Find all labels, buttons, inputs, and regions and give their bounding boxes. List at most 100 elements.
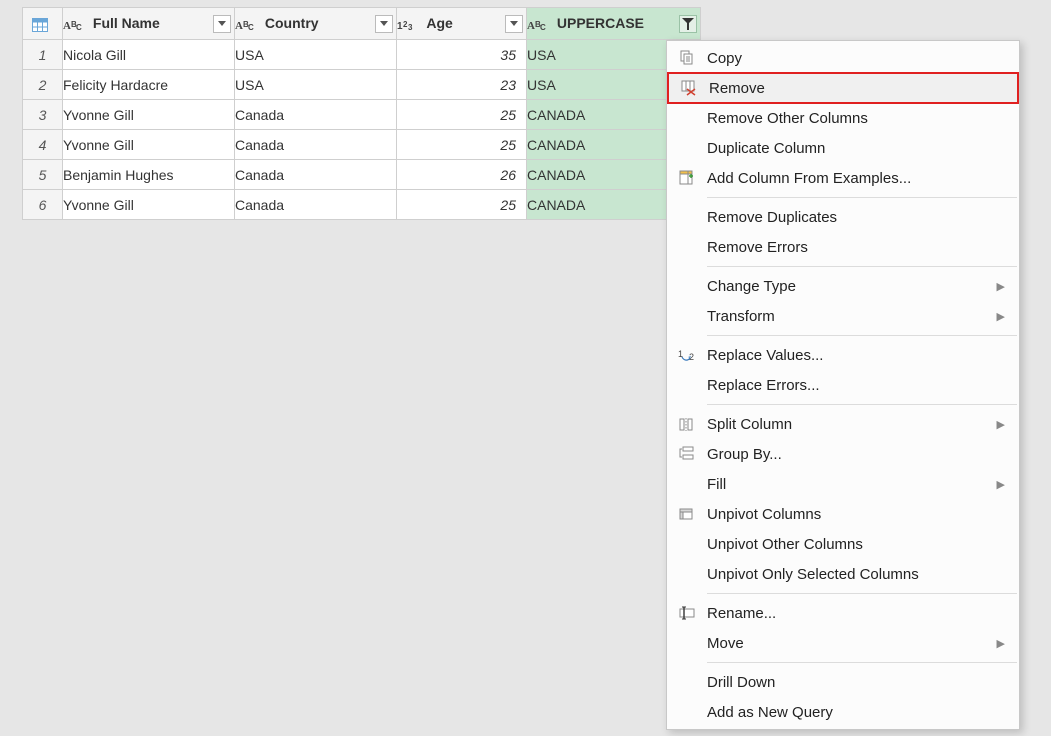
menu-unpivot-other[interactable]: Unpivot Other Columns bbox=[667, 529, 1019, 559]
menu-separator bbox=[707, 593, 1017, 594]
row-number[interactable]: 6 bbox=[23, 190, 63, 220]
add-column-examples-icon bbox=[679, 170, 695, 186]
chevron-down-icon bbox=[510, 21, 518, 26]
cell-age[interactable]: 25 bbox=[397, 100, 527, 130]
svg-text:A: A bbox=[235, 20, 243, 32]
chevron-down-icon bbox=[380, 21, 388, 26]
menu-change-type[interactable]: Change Type ▶ bbox=[667, 271, 1019, 301]
menu-split-column[interactable]: Split Column ▶ bbox=[667, 409, 1019, 439]
menu-group-by[interactable]: Group By... bbox=[667, 439, 1019, 469]
column-header-age[interactable]: 123 Age bbox=[397, 8, 527, 40]
chevron-down-icon bbox=[218, 21, 226, 26]
svg-text:C: C bbox=[540, 23, 546, 32]
cell-age[interactable]: 23 bbox=[397, 70, 527, 100]
row-number[interactable]: 4 bbox=[23, 130, 63, 160]
cell-fullname[interactable]: Nicola Gill bbox=[63, 40, 235, 70]
cell-country[interactable]: USA bbox=[235, 40, 397, 70]
svg-text:C: C bbox=[76, 23, 82, 32]
header-row: ABC Full Name ABC Country 123 Age bbox=[23, 8, 701, 40]
filter-icon bbox=[682, 18, 694, 30]
menu-fill[interactable]: Fill ▶ bbox=[667, 469, 1019, 499]
filter-dropdown-button[interactable] bbox=[679, 15, 697, 33]
number-type-icon: 123 bbox=[397, 18, 417, 32]
menu-move[interactable]: Move ▶ bbox=[667, 628, 1019, 658]
data-grid: ABC Full Name ABC Country 123 Age bbox=[22, 7, 701, 220]
menu-replace-errors[interactable]: Replace Errors... bbox=[667, 370, 1019, 400]
menu-duplicate-column[interactable]: Duplicate Column bbox=[667, 133, 1019, 163]
remove-column-icon bbox=[681, 80, 697, 96]
table-row[interactable]: 4Yvonne GillCanada25CANADA bbox=[23, 130, 701, 160]
column-header-fullname[interactable]: ABC Full Name bbox=[63, 8, 235, 40]
svg-text:3: 3 bbox=[408, 23, 413, 32]
column-context-menu: Copy Remove Remove Other Columns Duplica… bbox=[666, 40, 1020, 730]
menu-separator bbox=[707, 662, 1017, 663]
rename-icon bbox=[679, 606, 695, 620]
menu-unpivot-selected[interactable]: Unpivot Only Selected Columns bbox=[667, 559, 1019, 589]
cell-fullname[interactable]: Yvonne Gill bbox=[63, 190, 235, 220]
cell-country[interactable]: Canada bbox=[235, 160, 397, 190]
column-header-country[interactable]: ABC Country bbox=[235, 8, 397, 40]
menu-rename[interactable]: Rename... bbox=[667, 598, 1019, 628]
cell-country[interactable]: Canada bbox=[235, 190, 397, 220]
svg-text:C: C bbox=[248, 23, 254, 32]
svg-text:A: A bbox=[63, 20, 71, 32]
menu-copy[interactable]: Copy bbox=[667, 43, 1019, 73]
row-number[interactable]: 1 bbox=[23, 40, 63, 70]
menu-separator bbox=[707, 335, 1017, 336]
select-all-corner[interactable] bbox=[23, 8, 63, 40]
column-label: UPPERCASE bbox=[557, 15, 644, 31]
cell-age[interactable]: 25 bbox=[397, 130, 527, 160]
cell-age[interactable]: 26 bbox=[397, 160, 527, 190]
svg-text:A: A bbox=[527, 20, 535, 32]
menu-remove-other[interactable]: Remove Other Columns bbox=[667, 103, 1019, 133]
table-row[interactable]: 1Nicola GillUSA35USA bbox=[23, 40, 701, 70]
copy-icon bbox=[679, 50, 695, 66]
column-label: Full Name bbox=[93, 15, 160, 31]
cell-fullname[interactable]: Yvonne Gill bbox=[63, 100, 235, 130]
cell-fullname[interactable]: Yvonne Gill bbox=[63, 130, 235, 160]
menu-separator bbox=[707, 266, 1017, 267]
row-number[interactable]: 5 bbox=[23, 160, 63, 190]
submenu-arrow-icon: ▶ bbox=[997, 310, 1005, 323]
text-type-icon: ABC bbox=[527, 18, 547, 32]
cell-age[interactable]: 25 bbox=[397, 190, 527, 220]
filter-dropdown-button[interactable] bbox=[505, 15, 523, 33]
menu-drill-down[interactable]: Drill Down bbox=[667, 667, 1019, 697]
menu-add-from-examples[interactable]: Add Column From Examples... bbox=[667, 163, 1019, 193]
column-header-uppercase[interactable]: ABC UPPERCASE bbox=[527, 8, 701, 40]
split-column-icon bbox=[679, 416, 695, 432]
table-row[interactable]: 3Yvonne GillCanada25CANADA bbox=[23, 100, 701, 130]
column-label: Country bbox=[265, 15, 319, 31]
submenu-arrow-icon: ▶ bbox=[997, 280, 1005, 293]
menu-replace-values[interactable]: 12 Replace Values... bbox=[667, 340, 1019, 370]
menu-add-new-query[interactable]: Add as New Query bbox=[667, 697, 1019, 727]
submenu-arrow-icon: ▶ bbox=[997, 478, 1005, 491]
submenu-arrow-icon: ▶ bbox=[997, 418, 1005, 431]
row-number[interactable]: 2 bbox=[23, 70, 63, 100]
submenu-arrow-icon: ▶ bbox=[997, 637, 1005, 650]
menu-transform[interactable]: Transform ▶ bbox=[667, 301, 1019, 331]
cell-fullname[interactable]: Felicity Hardacre bbox=[63, 70, 235, 100]
menu-remove-errors[interactable]: Remove Errors bbox=[667, 232, 1019, 262]
row-number[interactable]: 3 bbox=[23, 100, 63, 130]
cell-fullname[interactable]: Benjamin Hughes bbox=[63, 160, 235, 190]
menu-remove-duplicates[interactable]: Remove Duplicates bbox=[667, 202, 1019, 232]
table-row[interactable]: 5Benjamin HughesCanada26CANADA bbox=[23, 160, 701, 190]
table-row[interactable]: 2Felicity HardacreUSA23USA bbox=[23, 70, 701, 100]
text-type-icon: ABC bbox=[63, 18, 83, 32]
cell-country[interactable]: Canada bbox=[235, 130, 397, 160]
menu-unpivot[interactable]: Unpivot Columns bbox=[667, 499, 1019, 529]
menu-separator bbox=[707, 197, 1017, 198]
cell-country[interactable]: Canada bbox=[235, 100, 397, 130]
cell-country[interactable]: USA bbox=[235, 70, 397, 100]
table-row[interactable]: 6Yvonne GillCanada25CANADA bbox=[23, 190, 701, 220]
table-icon bbox=[32, 18, 48, 32]
filter-dropdown-button[interactable] bbox=[375, 15, 393, 33]
filter-dropdown-button[interactable] bbox=[213, 15, 231, 33]
menu-separator bbox=[707, 404, 1017, 405]
column-label: Age bbox=[426, 15, 452, 31]
unpivot-icon bbox=[679, 506, 695, 522]
text-type-icon: ABC bbox=[235, 18, 255, 32]
cell-age[interactable]: 35 bbox=[397, 40, 527, 70]
menu-remove[interactable]: Remove bbox=[667, 72, 1019, 104]
